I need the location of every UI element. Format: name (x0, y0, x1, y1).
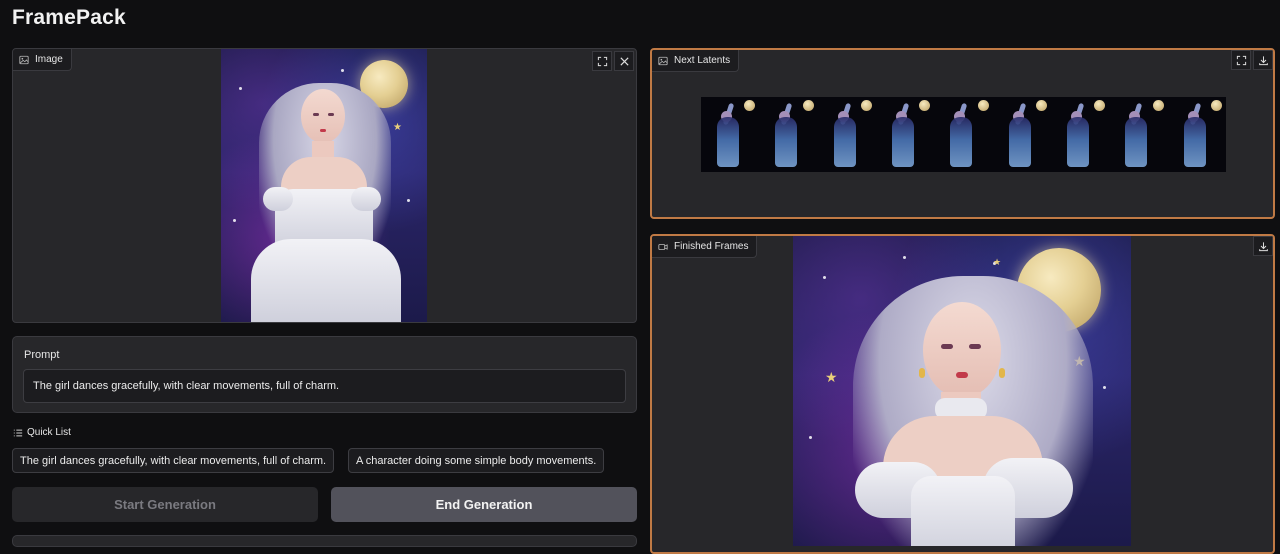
fullscreen-icon (597, 56, 607, 66)
image-icon (658, 56, 668, 65)
download-icon (1258, 55, 1268, 65)
start-generation-button[interactable]: Start Generation (12, 487, 318, 522)
latent-frame (1109, 97, 1168, 172)
latent-frame (701, 97, 760, 172)
image-icon (19, 55, 29, 64)
latent-frame (992, 97, 1051, 172)
quick-list-title: Quick List (27, 427, 71, 438)
collapsed-settings-panel[interactable] (12, 535, 637, 547)
quick-list-item[interactable]: A character doing some simple body movem… (348, 448, 605, 473)
latent-frame (934, 97, 993, 172)
latent-frame (1050, 97, 1110, 172)
next-latents-title: Next Latents (674, 55, 731, 66)
app-title: FramePack (12, 6, 126, 29)
image-panel-label: Image (13, 49, 72, 71)
finished-frames-title: Finished Frames (674, 241, 749, 252)
close-button[interactable] (614, 51, 634, 71)
fullscreen-button[interactable] (1231, 50, 1251, 70)
fullscreen-button[interactable] (592, 51, 612, 71)
image-panel[interactable]: Image ★ ★ ★ (12, 48, 637, 323)
prompt-block: Prompt The girl dances gracefully, with … (12, 336, 637, 413)
quick-list-label: Quick List (13, 427, 71, 438)
next-latents-panel[interactable]: Next Latents (650, 48, 1275, 219)
download-button[interactable] (1253, 236, 1273, 256)
latent-frame (817, 97, 876, 172)
uploaded-image: ★ ★ ★ (221, 49, 427, 322)
download-button[interactable] (1253, 50, 1273, 70)
latent-frame (875, 97, 935, 172)
latent-frame (1167, 97, 1226, 172)
video-icon (658, 243, 668, 250)
finished-frames-label: Finished Frames (652, 236, 758, 258)
prompt-title: Prompt (24, 349, 60, 361)
fullscreen-icon (1236, 55, 1246, 65)
image-panel-title: Image (35, 54, 63, 65)
download-icon (1258, 241, 1268, 251)
prompt-input[interactable]: The girl dances gracefully, with clear m… (23, 369, 626, 403)
finished-frames-panel[interactable]: Finished Frames ★ ★ ★ (650, 234, 1275, 554)
next-latents-label: Next Latents (652, 50, 740, 72)
list-icon (13, 429, 23, 436)
close-icon (619, 56, 629, 66)
end-generation-button[interactable]: End Generation (331, 487, 637, 522)
latent-frame (759, 97, 818, 172)
quick-list-item[interactable]: The girl dances gracefully, with clear m… (12, 448, 335, 473)
latents-preview-strip (701, 97, 1226, 172)
finished-video-frame[interactable]: ★ ★ ★ (793, 236, 1131, 546)
